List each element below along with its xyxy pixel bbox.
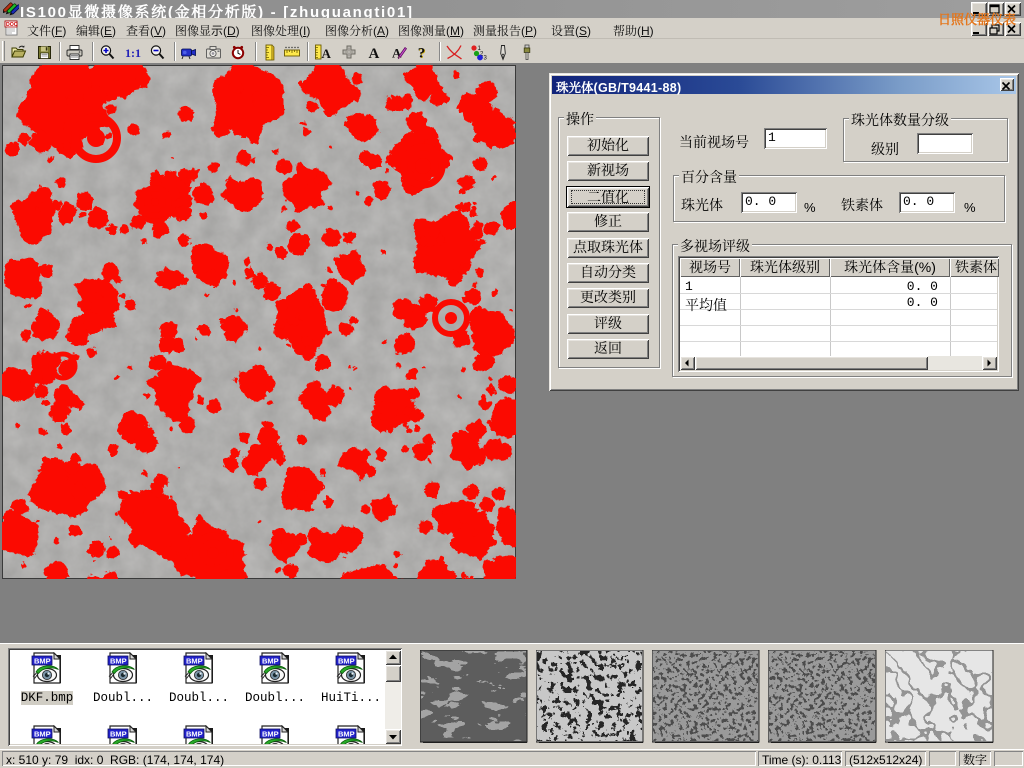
svg-text:A: A	[369, 46, 380, 61]
svg-text:A: A	[322, 46, 332, 61]
svg-text:A: A	[392, 46, 402, 61]
svg-text:DOC: DOC	[6, 22, 18, 28]
svg-text:?: ?	[418, 45, 426, 61]
svg-text:1:1: 1:1	[125, 46, 141, 60]
svg-text:3: 3	[484, 56, 488, 62]
